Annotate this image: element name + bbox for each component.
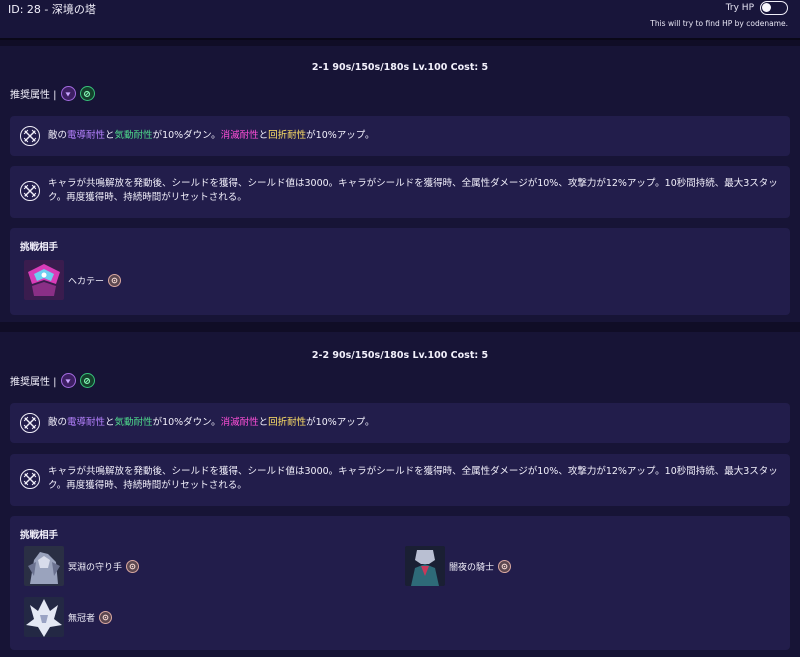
crossed-swords-icon xyxy=(20,181,40,201)
toggle-knob xyxy=(762,3,771,12)
electro-resistance: 電導耐性 xyxy=(67,130,106,141)
effect-join: と xyxy=(258,130,269,141)
effect-prefix: 敵の xyxy=(48,130,68,141)
opponent-name: ヘカテー xyxy=(68,276,105,287)
spectro-attribute-icon xyxy=(60,373,76,388)
aero-attribute-icon xyxy=(79,86,95,101)
effect-mid: が10%ダウン。 xyxy=(152,130,221,141)
effect-card-shield: キャラが共鳴解放を発動後、シールドを獲得、シールド値は3000。キャラがシールド… xyxy=(10,454,790,506)
effect-suffix: が10%アップ。 xyxy=(306,417,375,428)
crossed-swords-icon xyxy=(20,413,40,433)
effect-mid: が10%ダウン。 xyxy=(152,417,221,428)
opponent-portrait xyxy=(24,260,64,300)
effect-prefix: 敵の xyxy=(48,417,68,428)
opponent-item[interactable]: 無冠者 xyxy=(24,597,113,637)
recommended-label: 推奨属性 | xyxy=(10,90,57,101)
try-hp-control: Try HP xyxy=(726,1,788,15)
opponent-item[interactable]: 冥淵の守り手 xyxy=(24,546,140,586)
aero-resistance: 気動耐性 xyxy=(114,130,153,141)
effect-text: キャラが共鳴解放を発動後、シールドを獲得、シールド値は3000。キャラがシールド… xyxy=(48,466,778,491)
spectro-resistance: 回折耐性 xyxy=(268,417,307,428)
crossed-swords-icon xyxy=(20,126,40,146)
stage-header: 2-1 90s/150s/180s Lv.100 Cost: 5 xyxy=(311,62,489,73)
havoc-element-icon xyxy=(108,273,122,287)
opponent-portrait xyxy=(24,546,64,586)
effect-card-resistance: 敵の電導耐性と気動耐性が10%ダウン。消滅耐性と回折耐性が10%アップ。 xyxy=(10,116,790,156)
page-title: ID: 28 - 深境の塔 xyxy=(8,3,96,16)
effect-suffix: が10%アップ。 xyxy=(306,130,375,141)
opponent-name: 無冠者 xyxy=(68,613,96,624)
electro-resistance: 電導耐性 xyxy=(67,417,106,428)
effect-text: 敵の電導耐性と気動耐性が10%ダウン。消滅耐性と回折耐性が10%アップ。 xyxy=(48,416,778,430)
havoc-element-icon xyxy=(498,559,512,573)
havoc-element-icon xyxy=(126,559,140,573)
crossed-swords-icon xyxy=(20,469,40,489)
opponent-name: 冥淵の守り手 xyxy=(68,562,123,573)
opponent-item[interactable]: 闇夜の騎士 xyxy=(405,546,512,586)
stage-header: 2-2 90s/150s/180s Lv.100 Cost: 5 xyxy=(311,350,489,361)
opponent-portrait xyxy=(24,597,64,637)
effect-text: キャラが共鳴解放を発動後、シールドを獲得、シールド値は3000。キャラがシールド… xyxy=(48,178,778,203)
spectro-attribute-icon xyxy=(60,86,76,101)
recommended-label: 推奨属性 | xyxy=(10,377,57,388)
aero-attribute-icon xyxy=(79,373,95,388)
try-hp-label: Try HP xyxy=(725,3,754,13)
recommended-attributes: 推奨属性 | xyxy=(10,373,95,388)
recommended-attributes: 推奨属性 | xyxy=(10,86,95,101)
try-hp-note: This will try to find HP by codename. xyxy=(650,19,788,28)
effect-card-shield: キャラが共鳴解放を発動後、シールドを獲得、シールド値は3000。キャラがシールド… xyxy=(10,166,790,218)
aero-resistance: 気動耐性 xyxy=(114,417,153,428)
opponent-portrait xyxy=(405,546,445,586)
opponents-title: 挑戦相手 xyxy=(20,242,59,253)
opponents-card: 挑戦相手 冥淵の守り手 闇夜の騎士 無冠者 xyxy=(10,516,790,650)
effect-join: と xyxy=(105,417,115,428)
stage-section-2-1: 2-1 90s/150s/180s Lv.100 Cost: 5 推奨属性 | … xyxy=(0,46,800,322)
effect-card-resistance: 敵の電導耐性と気動耐性が10%ダウン。消滅耐性と回折耐性が10%アップ。 xyxy=(10,403,790,443)
opponent-item[interactable]: ヘカテー xyxy=(24,260,122,300)
effect-join: と xyxy=(105,130,115,141)
havoc-resistance: 消滅耐性 xyxy=(220,130,259,141)
effect-join: と xyxy=(258,417,269,428)
opponent-name: 闇夜の騎士 xyxy=(449,562,495,573)
try-hp-toggle[interactable] xyxy=(760,1,788,15)
havoc-element-icon xyxy=(99,610,113,624)
opponents-title: 挑戦相手 xyxy=(20,530,59,541)
stage-section-2-2: 2-2 90s/150s/180s Lv.100 Cost: 5 推奨属性 | … xyxy=(0,332,800,657)
effect-text: 敵の電導耐性と気動耐性が10%ダウン。消滅耐性と回折耐性が10%アップ。 xyxy=(48,129,778,143)
spectro-resistance: 回折耐性 xyxy=(268,130,307,141)
havoc-resistance: 消滅耐性 xyxy=(220,417,259,428)
top-bar: ID: 28 - 深境の塔 Try HP This will try to fi… xyxy=(0,0,800,40)
opponents-card: 挑戦相手 ヘカテー xyxy=(10,228,790,315)
